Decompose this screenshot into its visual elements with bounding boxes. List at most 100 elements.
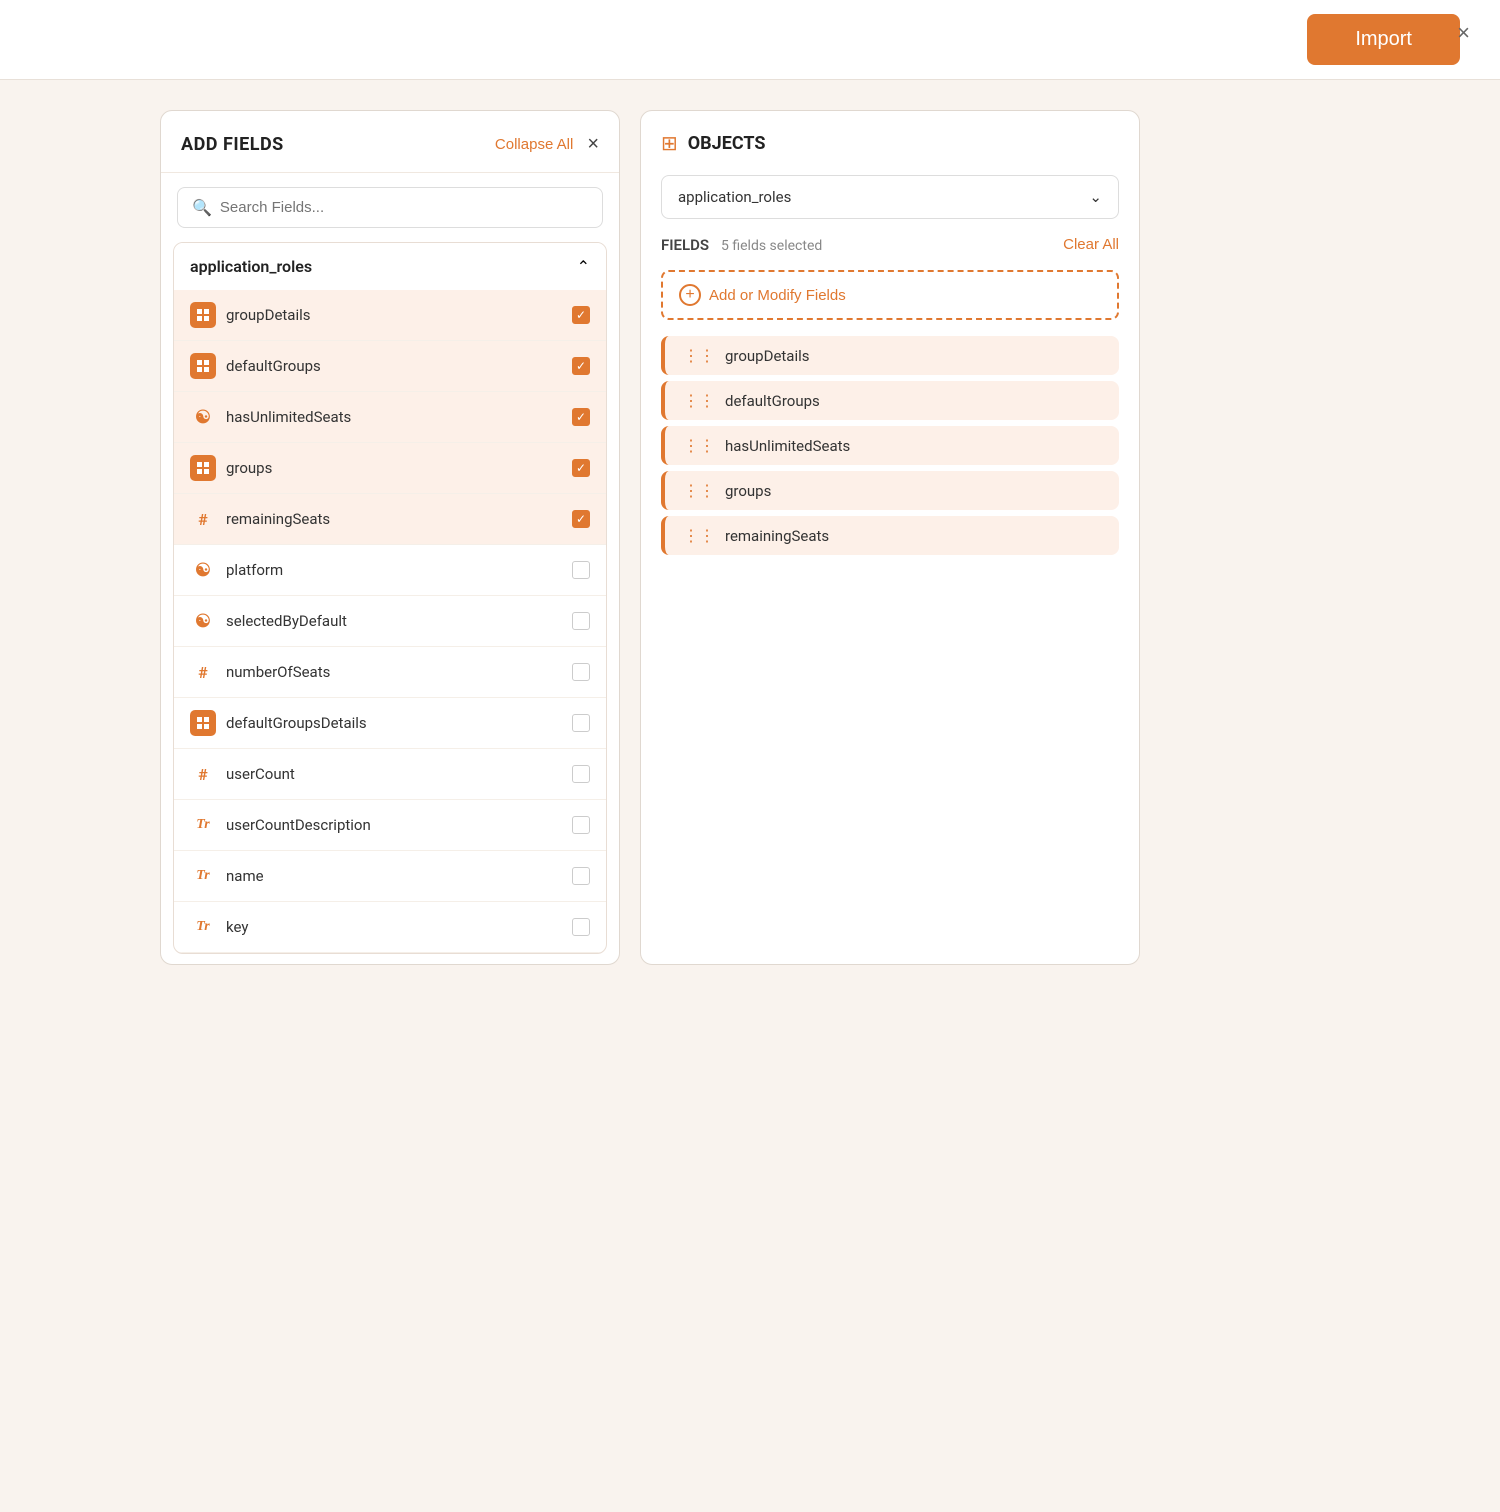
field-checkbox[interactable]: ✓ — [572, 408, 590, 426]
close-dialog-button[interactable]: × — [1457, 20, 1470, 46]
bool-icon: ☯ — [190, 557, 216, 583]
main-area: ADD FIELDS Collapse All × 🔍 application_… — [160, 80, 1500, 995]
left-panel-header: ADD FIELDS Collapse All × — [161, 111, 619, 173]
objects-header: ⊞ OBJECTS — [661, 131, 1119, 155]
collapse-all-button[interactable]: Collapse All — [495, 136, 573, 153]
field-item[interactable]: groups ✓ — [174, 443, 606, 494]
selected-field-item: ⋮⋮ groupDetails — [661, 336, 1119, 375]
object-select-dropdown[interactable]: application_roles ⌄ — [661, 175, 1119, 219]
field-name: userCountDescription — [226, 816, 562, 834]
fields-list: groupDetails ✓ defaultGroups ✓ ☯ hasUnli… — [174, 290, 606, 953]
field-item[interactable]: groupDetails ✓ — [174, 290, 606, 341]
top-bar: Import — [0, 0, 1500, 80]
search-icon: 🔍 — [192, 198, 212, 217]
field-name: remainingSeats — [226, 510, 562, 528]
field-name: numberOfSeats — [226, 663, 562, 681]
drag-handle[interactable]: ⋮⋮ — [683, 346, 715, 365]
field-checkbox[interactable]: ✓ — [572, 306, 590, 324]
selected-field-item: ⋮⋮ hasUnlimitedSeats — [661, 426, 1119, 465]
field-item[interactable]: defaultGroupsDetails — [174, 698, 606, 749]
objects-title: OBJECTS — [688, 133, 766, 154]
selected-field-item: ⋮⋮ defaultGroups — [661, 381, 1119, 420]
objects-panel: ⊞ OBJECTS application_roles ⌄ FIELDS 5 f… — [640, 110, 1140, 965]
fields-subheader: FIELDS 5 fields selected Clear All — [661, 235, 1119, 254]
add-fields-title: ADD FIELDS — [181, 134, 284, 155]
field-checkbox[interactable] — [572, 765, 590, 783]
field-item[interactable]: # remainingSeats ✓ — [174, 494, 606, 545]
field-name: hasUnlimitedSeats — [226, 408, 562, 426]
drag-handle[interactable]: ⋮⋮ — [683, 391, 715, 410]
add-fields-panel: ADD FIELDS Collapse All × 🔍 application_… — [160, 110, 620, 965]
selected-field-name: groupDetails — [725, 347, 810, 365]
number-icon: # — [190, 659, 216, 685]
field-item[interactable]: Tr key — [174, 902, 606, 953]
field-checkbox[interactable]: ✓ — [572, 459, 590, 477]
field-item[interactable]: Tr name — [174, 851, 606, 902]
selected-field-item: ⋮⋮ groups — [661, 471, 1119, 510]
field-item[interactable]: ☯ selectedByDefault — [174, 596, 606, 647]
field-item[interactable]: # userCount — [174, 749, 606, 800]
fields-count: 5 fields selected — [721, 238, 822, 254]
field-checkbox[interactable] — [572, 918, 590, 936]
number-icon: # — [190, 506, 216, 532]
selected-field-name: hasUnlimitedSeats — [725, 437, 850, 455]
field-checkbox[interactable]: ✓ — [572, 357, 590, 375]
string-icon: Tr — [190, 914, 216, 940]
selected-field-item: ⋮⋮ remainingSeats — [661, 516, 1119, 555]
search-container: 🔍 — [161, 173, 619, 242]
fields-label-group: FIELDS 5 fields selected — [661, 235, 822, 254]
array-icon — [190, 353, 216, 379]
close-panel-button[interactable]: × — [587, 133, 599, 156]
bool-icon: ☯ — [190, 608, 216, 634]
string-icon: Tr — [190, 863, 216, 889]
drag-handle[interactable]: ⋮⋮ — [683, 526, 715, 545]
search-input-wrap: 🔍 — [177, 187, 603, 228]
group-section: application_roles ⌃ groupDetails ✓ — [173, 242, 607, 954]
field-name: groups — [226, 459, 562, 477]
selected-field-name: groups — [725, 482, 771, 500]
chevron-up-icon: ⌃ — [577, 257, 590, 276]
field-item[interactable]: ☯ hasUnlimitedSeats ✓ — [174, 392, 606, 443]
field-name: name — [226, 867, 562, 885]
fields-label: FIELDS — [661, 236, 709, 254]
field-item[interactable]: ☯ platform — [174, 545, 606, 596]
objects-table-icon: ⊞ — [661, 131, 678, 155]
field-checkbox[interactable] — [572, 612, 590, 630]
selected-fields-list: ⋮⋮ groupDetails ⋮⋮ defaultGroups ⋮⋮ hasU… — [661, 336, 1119, 555]
field-name: defaultGroups — [226, 357, 562, 375]
add-modify-fields-button[interactable]: + Add or Modify Fields — [661, 270, 1119, 320]
field-name: key — [226, 918, 562, 936]
group-name: application_roles — [190, 257, 312, 276]
drag-handle[interactable]: ⋮⋮ — [683, 481, 715, 500]
field-item[interactable]: Tr userCountDescription — [174, 800, 606, 851]
field-name: defaultGroupsDetails — [226, 714, 562, 732]
bool-icon: ☯ — [190, 404, 216, 430]
clear-all-button[interactable]: Clear All — [1063, 236, 1119, 253]
selected-field-name: remainingSeats — [725, 527, 829, 545]
group-header[interactable]: application_roles ⌃ — [174, 243, 606, 290]
field-name: platform — [226, 561, 562, 579]
add-modify-icon: + — [679, 284, 701, 306]
field-checkbox[interactable] — [572, 867, 590, 885]
number-icon: # — [190, 761, 216, 787]
array-icon — [190, 455, 216, 481]
fields-scroll-area[interactable]: application_roles ⌃ groupDetails ✓ — [161, 242, 619, 964]
field-checkbox[interactable] — [572, 561, 590, 579]
field-checkbox[interactable] — [572, 816, 590, 834]
header-actions: Collapse All × — [495, 133, 599, 156]
chevron-down-icon: ⌄ — [1089, 188, 1102, 206]
field-checkbox[interactable] — [572, 714, 590, 732]
string-icon: Tr — [190, 812, 216, 838]
add-modify-label: Add or Modify Fields — [709, 287, 846, 304]
search-input[interactable] — [220, 199, 588, 216]
field-checkbox[interactable] — [572, 663, 590, 681]
field-item[interactable]: # numberOfSeats — [174, 647, 606, 698]
field-item[interactable]: defaultGroups ✓ — [174, 341, 606, 392]
array-icon — [190, 710, 216, 736]
field-name: selectedByDefault — [226, 612, 562, 630]
selected-field-name: defaultGroups — [725, 392, 820, 410]
import-button[interactable]: Import — [1307, 14, 1460, 65]
object-select-value: application_roles — [678, 188, 791, 206]
field-checkbox[interactable]: ✓ — [572, 510, 590, 528]
drag-handle[interactable]: ⋮⋮ — [683, 436, 715, 455]
